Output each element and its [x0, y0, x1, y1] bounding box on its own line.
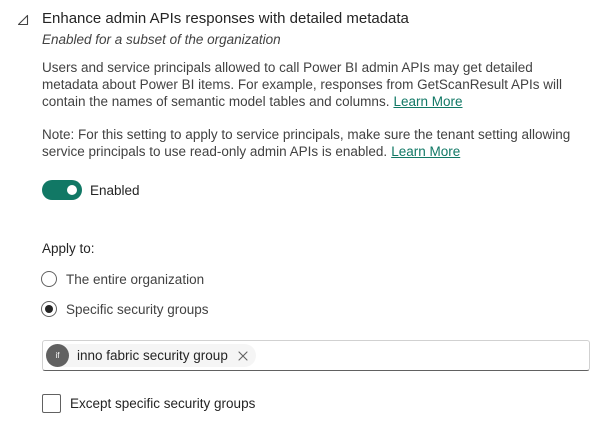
except-groups-label: Except specific security groups — [70, 395, 256, 411]
description-line: metadata about Power BI items. For examp… — [42, 77, 562, 92]
enabled-toggle[interactable] — [42, 180, 82, 200]
toggle-label: Enabled — [90, 182, 140, 198]
radio-button-selected[interactable] — [41, 301, 57, 317]
enabled-toggle-row: Enabled — [42, 180, 140, 200]
except-groups-checkbox-row[interactable]: Except specific security groups — [42, 393, 255, 413]
dismiss-icon[interactable] — [238, 350, 248, 361]
radio-label: Specific security groups — [66, 301, 209, 317]
note-learn-more-link[interactable]: Learn More — [391, 144, 460, 159]
radio-label: The entire organization — [66, 271, 205, 287]
except-groups-checkbox[interactable] — [42, 393, 61, 413]
radio-button[interactable] — [41, 271, 57, 287]
security-group-chip: if inno fabric security group — [46, 344, 256, 367]
collapse-triangle-icon[interactable] — [17, 13, 29, 26]
note-line: service principals to use read-only admi… — [42, 144, 388, 159]
setting-description: Users and service principals allowed to … — [42, 59, 602, 110]
radio-specific-security-groups[interactable]: Specific security groups — [41, 299, 209, 319]
description-line: Users and service principals allowed to … — [42, 60, 533, 75]
setting-subtitle: Enabled for a subset of the organization — [42, 32, 281, 47]
group-name: inno fabric security group — [77, 348, 228, 363]
security-group-picker[interactable]: if inno fabric security group — [42, 340, 590, 371]
group-avatar: if — [46, 344, 69, 367]
learn-more-link[interactable]: Learn More — [393, 94, 462, 109]
apply-to-label: Apply to: — [42, 241, 95, 256]
setting-note: Note: For this setting to apply to servi… — [42, 126, 602, 160]
radio-entire-organization[interactable]: The entire organization — [41, 269, 204, 289]
description-line: contain the names of semantic model tabl… — [42, 94, 390, 109]
setting-title: Enhance admin APIs responses with detail… — [42, 10, 409, 27]
toggle-knob — [67, 185, 77, 195]
note-line: Note: For this setting to apply to servi… — [42, 127, 571, 142]
tenant-setting-panel: Enhance admin APIs responses with detail… — [0, 0, 616, 432]
